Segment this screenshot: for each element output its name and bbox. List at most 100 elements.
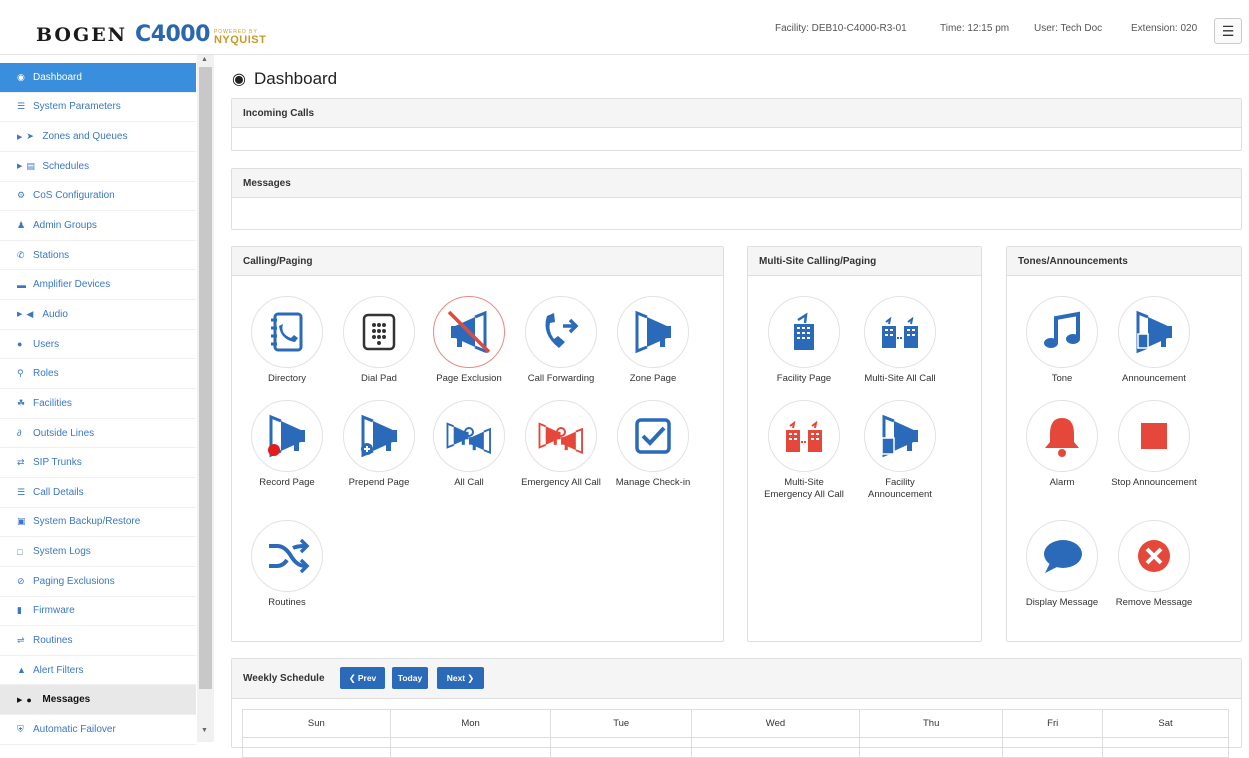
sidebar-item-roles[interactable]: ⚲ Roles	[0, 359, 196, 390]
tile-button[interactable]	[1026, 296, 1098, 368]
tile-label: Routines	[268, 597, 306, 608]
sidebar-item-system-logs[interactable]: □ System Logs	[0, 537, 196, 567]
sidebar-item-label: Outside Lines	[33, 427, 95, 439]
tile-tone[interactable]: Tone	[1017, 296, 1107, 385]
shuffle-icon	[269, 538, 310, 574]
tile-button[interactable]	[1118, 296, 1190, 368]
sidebar-item-system-parameters[interactable]: ☰ System Parameters	[0, 93, 196, 123]
user-icon: ●	[17, 339, 23, 350]
tile-button[interactable]	[343, 400, 415, 472]
tile-dial-pad[interactable]: Dial Pad	[334, 296, 424, 385]
sidebar-item-paging-exclusions[interactable]: ⊘ Paging Exclusions	[0, 567, 196, 597]
tile-button[interactable]	[251, 296, 323, 368]
tile-facility-page[interactable]: Facility Page	[759, 296, 849, 385]
tile-button[interactable]	[433, 296, 505, 368]
tile-routines[interactable]: Routines	[242, 520, 332, 609]
today-button[interactable]: Today	[392, 667, 428, 689]
sidebar-item-label: SIP Trunks	[33, 457, 82, 469]
sidebar-item-firmware[interactable]: ▮ Firmware	[0, 597, 196, 627]
tile-announcement[interactable]: Announcement	[1109, 296, 1199, 385]
day-cell-thu[interactable]	[859, 737, 1004, 758]
tile-button[interactable]	[1026, 400, 1098, 472]
tile-label: Call Forwarding	[527, 373, 595, 384]
tile-button[interactable]	[617, 400, 689, 472]
day-cell-mon[interactable]	[389, 737, 552, 758]
today-label: Today	[397, 673, 423, 683]
sidebar-item-outside-lines[interactable]: ∂ Outside Lines	[0, 419, 196, 449]
sidebar-item-cos-configuration[interactable]: ⚙ CoS Configuration	[0, 182, 196, 212]
sidebar-item-messages[interactable]: ▶ ● Messages	[0, 685, 196, 716]
tile-directory[interactable]: Directory	[242, 296, 332, 385]
tile-stop-announcement[interactable]: Stop Announcement	[1109, 400, 1199, 489]
user-info: User: Tech Doc	[1034, 23, 1103, 34]
sidebar-item-facilities[interactable]: ☘ Facilities	[0, 389, 196, 419]
tile-page-exclusion[interactable]: Page Exclusion	[424, 296, 514, 385]
sidebar-item-alert-filters[interactable]: ▲ Alert Filters	[0, 656, 196, 686]
sidebar-item-dashboard[interactable]: ◉ Dashboard	[0, 63, 196, 93]
caret-right-icon: ▶	[17, 133, 23, 141]
sidebar-scrollbar[interactable]: ▲ ▼	[197, 55, 214, 742]
tile-button[interactable]	[525, 296, 597, 368]
day-cell-wed[interactable]	[690, 737, 861, 758]
tile-label: Zone Page	[629, 373, 677, 384]
sidebar-item-zones-and-queues[interactable]: ▶ ➤ Zones and Queues	[0, 122, 196, 152]
tile-call-forwarding[interactable]: Call Forwarding	[516, 296, 606, 385]
day-cell-sat[interactable]	[1102, 737, 1229, 758]
sidebar-item-label: Messages	[42, 694, 91, 706]
tile-button[interactable]	[525, 400, 597, 472]
sidebar-item-label: Amplifier Devices	[33, 279, 111, 291]
volume-icon: ◀	[26, 308, 34, 319]
day-cell-sun[interactable]	[242, 737, 391, 758]
tile-record-page[interactable]: Record Page	[242, 400, 332, 489]
scroll-down-icon[interactable]: ▼	[201, 727, 208, 734]
tile-button[interactable]	[617, 296, 689, 368]
hamburger-icon: ☰	[1221, 22, 1235, 39]
tile-button[interactable]	[768, 296, 840, 368]
weekly-schedule-title-text: Weekly Schedule	[243, 673, 325, 684]
menu-button[interactable]: ☰	[1214, 18, 1242, 44]
tile-button[interactable]	[768, 400, 840, 472]
tile-alarm[interactable]: Alarm	[1017, 400, 1107, 489]
sidebar-item-users[interactable]: ● Users	[0, 330, 196, 360]
page-title-text: Dashboard	[253, 69, 338, 88]
day-cell-tue[interactable]	[550, 737, 692, 758]
tile-button[interactable]	[251, 400, 323, 472]
sidebar-item-stations[interactable]: ✆ Stations	[0, 241, 196, 271]
tile-all-call[interactable]: All Call	[424, 400, 514, 489]
sidebar-item-audio[interactable]: ▶ ◀ Audio	[0, 300, 196, 330]
checkbox-icon	[635, 418, 671, 454]
tile-button[interactable]	[343, 296, 415, 368]
sidebar-item-admin-groups[interactable]: ♟ Admin Groups	[0, 211, 196, 241]
tile-button[interactable]	[433, 400, 505, 472]
next-button[interactable]: Next ❯	[437, 667, 484, 689]
tile-multi-site-all-call[interactable]: Multi-Site All Call	[855, 296, 945, 385]
sidebar-item-system-backup-restore[interactable]: ▣ System Backup/Restore	[0, 508, 196, 538]
sidebar-item-sip-trunks[interactable]: ⇄ SIP Trunks	[0, 448, 196, 478]
tile-display-message[interactable]: Display Message	[1017, 520, 1107, 609]
tile-button[interactable]	[864, 296, 936, 368]
tile-label: Dial Pad	[361, 373, 397, 384]
sidebar-item-amplifier-devices[interactable]: ▬ Amplifier Devices	[0, 270, 196, 301]
scroll-up-icon[interactable]: ▲	[201, 56, 208, 63]
scroll-thumb[interactable]	[199, 67, 212, 689]
sidebar-item-call-details[interactable]: ☰ Call Details	[0, 478, 196, 508]
facility-info: Facility: DEB10-C4000-R3-01	[775, 23, 907, 34]
tile-button[interactable]	[1118, 400, 1190, 472]
tile-zone-page[interactable]: Zone Page	[608, 296, 698, 385]
prev-button[interactable]: ❮ Prev	[340, 667, 385, 689]
tile-facility-announcement[interactable]: Facility Announcement	[855, 400, 945, 501]
tile-button[interactable]	[864, 400, 936, 472]
tile-emergency-all-call[interactable]: Emergency All Call	[516, 400, 606, 489]
sidebar-item-schedules[interactable]: ▶ ▤ Schedules	[0, 152, 196, 182]
tile-button[interactable]	[251, 520, 323, 592]
sidebar-item-routines[interactable]: ⇌ Routines	[0, 626, 196, 656]
bogen-logo[interactable]: BOGEN C4000 POWERED BY NYQUIST	[36, 22, 266, 47]
sidebar-item-automatic-failover[interactable]: ⛨ Automatic Failover	[0, 715, 196, 745]
tile-button[interactable]	[1026, 520, 1098, 592]
tile-multi-site-emergency-all-call[interactable]: Multi-Site Emergency All Call	[759, 400, 849, 501]
day-cell-fri[interactable]	[1002, 737, 1103, 758]
tile-prepend-page[interactable]: Prepend Page	[334, 400, 424, 489]
tile-remove-message[interactable]: Remove Message	[1109, 520, 1199, 609]
tile-manage-check-in[interactable]: Manage Check-in	[608, 400, 698, 489]
tile-button[interactable]	[1118, 520, 1190, 592]
